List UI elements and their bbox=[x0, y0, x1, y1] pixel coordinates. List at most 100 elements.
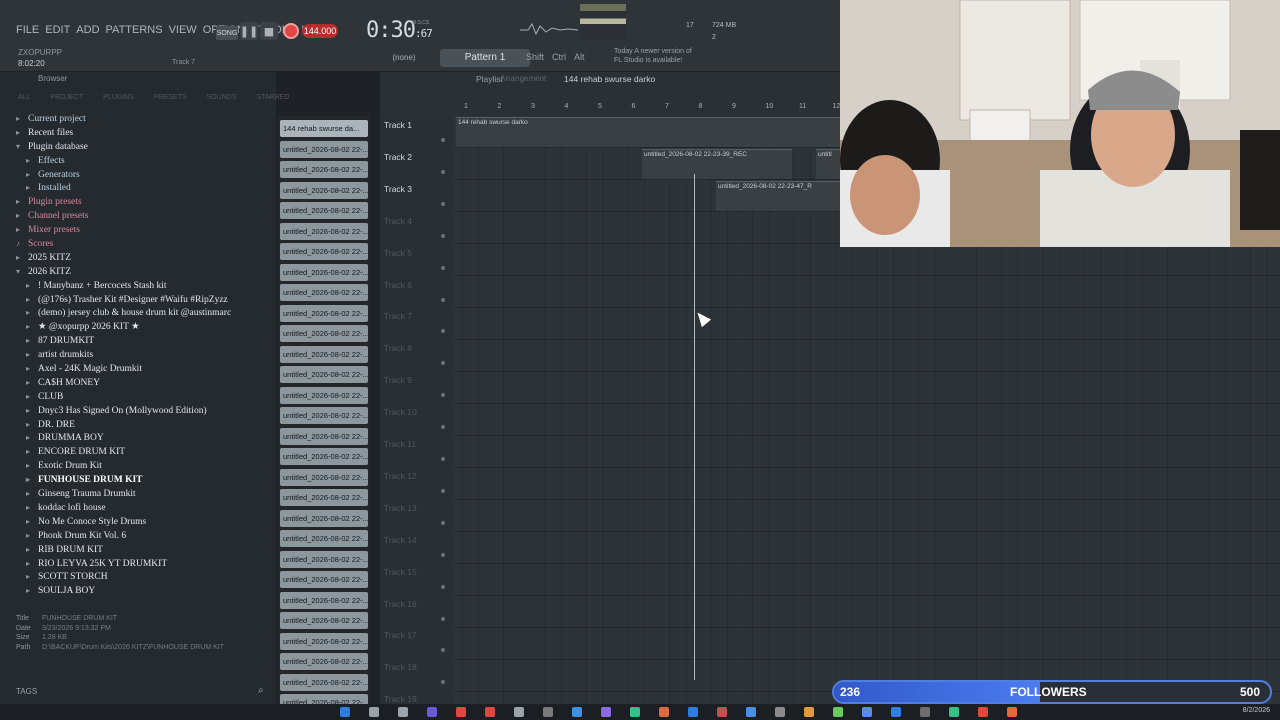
browser-item[interactable]: ▸ RIB DRUM KIT bbox=[14, 543, 270, 557]
track-mute-dot[interactable] bbox=[441, 361, 445, 366]
track-mute-dot[interactable] bbox=[441, 138, 445, 142]
track-label[interactable]: Track 7 bbox=[384, 311, 412, 321]
browser-item[interactable]: ▸ 2025 KITZ bbox=[14, 251, 270, 265]
track-label[interactable]: Track 5 bbox=[384, 248, 412, 258]
track-label[interactable]: Track 16 bbox=[384, 599, 417, 609]
pattern-item[interactable]: untitled_2026-08-02 22-... bbox=[280, 263, 368, 281]
pattern-item[interactable]: untitled_2026-08-02 22-... bbox=[280, 407, 368, 424]
browser-item[interactable]: ▸ 87 DRUMKIT bbox=[14, 334, 270, 348]
track-mute-dot[interactable] bbox=[441, 169, 445, 174]
taskbar-app-icon[interactable] bbox=[485, 707, 495, 717]
pattern-item[interactable]: untitled_2026-08-02 22-... bbox=[280, 673, 368, 691]
track-label[interactable]: Track 11 bbox=[384, 439, 416, 449]
taskbar-app-icon[interactable] bbox=[514, 707, 524, 717]
audio-clip[interactable]: untitled_2026-08-02 22-23-39_REC bbox=[642, 149, 792, 179]
taskbar-app-icon[interactable] bbox=[746, 707, 756, 717]
play-pause-button[interactable]: ❚❚ bbox=[240, 22, 258, 40]
playhead[interactable] bbox=[694, 174, 695, 680]
browser-tab-sounds[interactable]: SOUNDS bbox=[207, 94, 237, 101]
taskbar-app-icon[interactable] bbox=[601, 707, 611, 717]
tempo-display[interactable]: 144.000 bbox=[302, 24, 338, 38]
track-label[interactable]: Track 13 bbox=[384, 503, 417, 513]
track-label[interactable]: Track 2 bbox=[384, 152, 412, 162]
timeline-ruler[interactable]: 1 2 3 4 5 6 7 8 9 10 11 12 bbox=[456, 102, 844, 114]
browser-item[interactable]: ▸ Current project bbox=[14, 112, 270, 126]
taskbar-app-icon[interactable] bbox=[659, 707, 669, 717]
menu-file[interactable]: FILE bbox=[16, 24, 39, 36]
taskbar-app-icon[interactable] bbox=[920, 707, 930, 717]
browser-item[interactable]: ▸ CA$H MONEY bbox=[14, 376, 270, 390]
browser-item[interactable]: ▾ 2026 KITZ bbox=[14, 265, 270, 279]
browser-item[interactable]: ▸ Plugin presets bbox=[14, 195, 270, 209]
browser-tab-project[interactable]: PROJECT bbox=[50, 94, 83, 101]
browser-item[interactable]: ▸ Axel - 24K Magic Drumkit bbox=[14, 362, 270, 376]
taskbar-app-icon[interactable] bbox=[1007, 707, 1017, 717]
taskbar-app-icon[interactable] bbox=[688, 707, 698, 717]
modifier-shift-button[interactable]: Shift bbox=[526, 52, 544, 62]
browser-item[interactable]: ▸ Phonk Drum Kit Vol. 6 bbox=[14, 529, 270, 543]
pattern-item[interactable]: untitled_2026-08-02 22-... bbox=[280, 243, 368, 260]
menu-add[interactable]: ADD bbox=[76, 24, 99, 36]
modifier-alt-button[interactable]: Alt bbox=[574, 52, 585, 62]
taskbar-app-icon[interactable] bbox=[369, 707, 379, 717]
pattern-item[interactable]: untitled_2026-08-02 22-... bbox=[280, 345, 368, 363]
browser-item[interactable]: ♪ Scores bbox=[14, 237, 270, 251]
track-label[interactable]: Track 10 bbox=[384, 407, 417, 417]
track-label[interactable]: Track 4 bbox=[384, 216, 412, 226]
track-label[interactable]: Track 12 bbox=[384, 471, 417, 481]
browser-item[interactable]: ▸ Effects bbox=[14, 154, 270, 168]
browser-item[interactable]: ▸ ! Manybanz + Bercocets Stash kit bbox=[14, 279, 270, 293]
track-mute-dot[interactable] bbox=[441, 584, 445, 589]
browser-item[interactable]: ▸ ★ @xopurpp 2026 KIT ★ bbox=[14, 320, 270, 334]
pattern-item[interactable]: untitled_2026-08-02 22-... bbox=[280, 550, 368, 568]
pattern-item[interactable]: untitled_2026-08-02 22-... bbox=[280, 427, 368, 445]
track-mute-dot[interactable] bbox=[441, 457, 445, 461]
browser-item[interactable]: ▸ Ginseng Trauma Drumkit bbox=[14, 487, 270, 501]
menu-edit[interactable]: EDIT bbox=[45, 24, 70, 36]
snap-selector[interactable]: (none) bbox=[376, 50, 432, 66]
track-label[interactable]: Track 19 bbox=[384, 694, 417, 704]
audio-clip[interactable]: untitled_2026-08-02 22-23-47_R bbox=[716, 181, 840, 211]
taskbar-app-icon[interactable] bbox=[630, 707, 640, 717]
browser-item[interactable]: ▸ (@176s) Trasher Kit #Designer #Waifu #R… bbox=[14, 293, 270, 307]
track-mute-dot[interactable] bbox=[441, 201, 445, 206]
track-label[interactable]: Track 9 bbox=[384, 375, 412, 385]
pattern-item[interactable]: untitled_2026-08-02 22-... bbox=[280, 448, 368, 465]
browser-item[interactable]: ▸ Dnyc3 Has Signed On (Mollywood Edition) bbox=[14, 404, 270, 418]
track-mute-dot[interactable] bbox=[441, 552, 445, 557]
track-label[interactable]: Track 1 bbox=[384, 120, 412, 130]
track-label[interactable]: Track 18 bbox=[384, 662, 417, 672]
pattern-item[interactable]: untitled_2026-08-02 22-... bbox=[280, 509, 368, 527]
track-mute-dot[interactable] bbox=[441, 488, 445, 493]
browser-item[interactable]: ▸ artist drumkits bbox=[14, 348, 270, 362]
pattern-item[interactable]: untitled_2026-08-02 22-... bbox=[280, 530, 368, 547]
track-mute-dot[interactable] bbox=[441, 329, 445, 334]
track-mute-dot[interactable] bbox=[441, 393, 445, 398]
pattern-item[interactable]: untitled_2026-08-02 22-... bbox=[280, 571, 368, 588]
song-mode-button[interactable]: SONG bbox=[216, 26, 238, 40]
browser-item[interactable]: ▸ DRUMMA BOY bbox=[14, 431, 270, 445]
track-mute-dot[interactable] bbox=[441, 520, 445, 525]
track-mute-dot[interactable] bbox=[441, 616, 445, 621]
pattern-item[interactable]: untitled_2026-08-02 22-... bbox=[280, 468, 368, 486]
pattern-item[interactable]: untitled_2026-08-02 22-... bbox=[280, 653, 368, 670]
pattern-item[interactable]: untitled_2026-08-02 22-... bbox=[280, 386, 368, 404]
browser-item[interactable]: ▸ koddac lofi house bbox=[14, 501, 270, 515]
taskbar-app-icon[interactable] bbox=[398, 707, 408, 717]
update-notice[interactable]: Today A newer version of FL Studio is av… bbox=[614, 47, 692, 65]
track-label[interactable]: Track 17 bbox=[384, 630, 417, 640]
taskbar-app-icon[interactable] bbox=[543, 707, 553, 717]
track-label[interactable]: Track 14 bbox=[384, 535, 417, 545]
track-mute-dot[interactable] bbox=[441, 680, 445, 685]
pattern-item[interactable]: untitled_2026-08-02 22-... bbox=[280, 284, 368, 301]
taskbar-app-icon[interactable] bbox=[804, 707, 814, 717]
pattern-item[interactable]: untitled_2026-08-02 22-... bbox=[280, 632, 368, 650]
pattern-item[interactable]: untitled_2026-08-02 22-... bbox=[280, 325, 368, 342]
track-mute-dot[interactable] bbox=[441, 265, 445, 270]
browser-item[interactable]: ▸ SOULJA BOY bbox=[14, 584, 270, 598]
pattern-item[interactable]: untitled_2026-08-02 22-... bbox=[280, 181, 368, 199]
menu-view[interactable]: VIEW bbox=[169, 24, 197, 36]
browser-tab-plugins[interactable]: PLUGINS bbox=[103, 94, 134, 101]
track-mute-dot[interactable] bbox=[441, 297, 445, 302]
pattern-item[interactable]: untitled_2026-08-02 22-... bbox=[280, 222, 368, 240]
